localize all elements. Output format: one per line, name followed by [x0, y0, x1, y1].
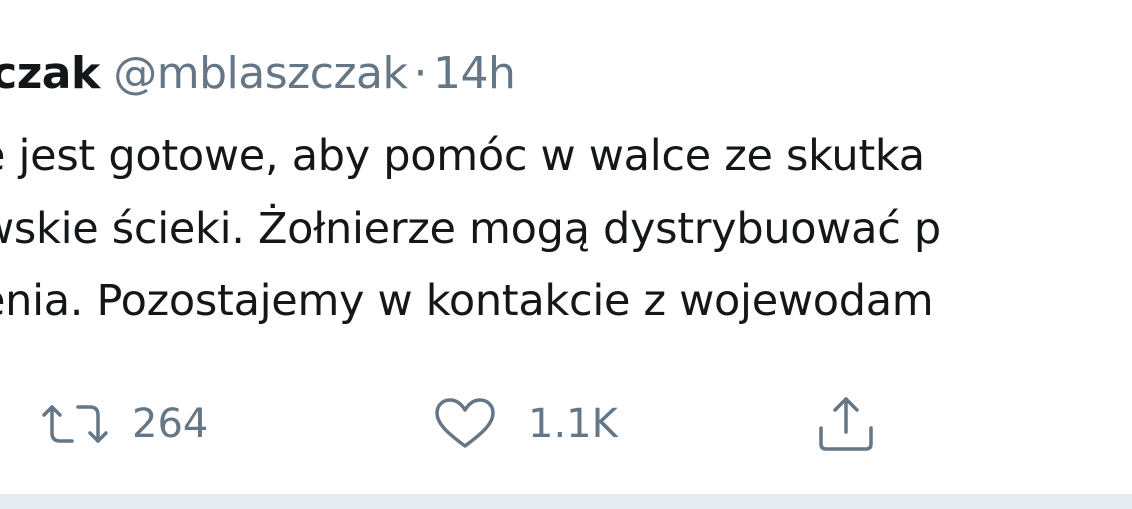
tweet-card[interactable]: zczak @mblaszczak·14h e jest gotowe, aby… [0, 0, 1132, 494]
tweet-header: zczak @mblaszczak·14h [0, 44, 516, 104]
retweet-count: 264 [132, 401, 209, 447]
tweet-text-line: e jest gotowe, aby pomóc w walce ze skut… [0, 131, 925, 181]
tweet-timestamp[interactable]: 14h [433, 48, 516, 99]
tweet-screenshot: zczak @mblaszczak·14h e jest gotowe, aby… [0, 0, 1132, 509]
heart-icon [432, 397, 498, 451]
tweet-text: e jest gotowe, aby pomóc w walce ze skut… [0, 120, 1132, 338]
share-icon [812, 394, 880, 454]
retweet-icon [40, 399, 110, 449]
tweet-text-line: wskie ścieki. Żołnierze mogą dystrybuowa… [0, 203, 941, 254]
share-button[interactable] [812, 388, 880, 460]
retweet-button[interactable]: 264 [40, 388, 208, 460]
tweet-divider [0, 494, 1132, 509]
like-button[interactable]: 1.1K [432, 388, 618, 460]
author-name[interactable]: zczak [0, 48, 100, 99]
header-separator: · [413, 48, 428, 99]
author-handle[interactable]: @mblaszczak [113, 48, 408, 99]
like-count: 1.1K [528, 401, 618, 447]
tweet-actions: 264 1.1K [0, 388, 1132, 460]
tweet-text-line: enia. Pozostajemy w kontakcie z wojewoda… [0, 276, 934, 326]
